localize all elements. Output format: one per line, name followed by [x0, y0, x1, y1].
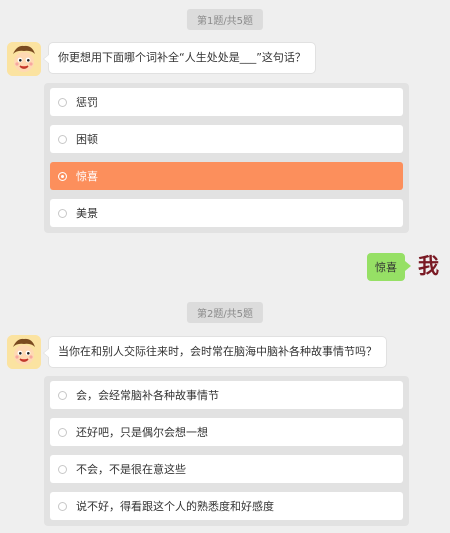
- option-4[interactable]: 美景: [50, 199, 403, 227]
- option-label: 还好吧，只是偶尔会想一想: [76, 426, 208, 439]
- option-1[interactable]: 会，会经常脑补各种故事情节: [50, 381, 403, 409]
- option-label: 美景: [76, 207, 98, 220]
- question-counter: 第2题/共5题: [186, 302, 264, 323]
- radio-selected-icon[interactable]: [58, 171, 67, 181]
- option-label: 惩罚: [76, 96, 98, 109]
- option-4[interactable]: 说不好，得看跟这个人的熟悉度和好感度: [50, 492, 403, 520]
- radio-icon[interactable]: [58, 134, 67, 144]
- option-2[interactable]: 困顿: [50, 125, 403, 153]
- option-label: 惊喜: [76, 170, 98, 183]
- options-panel: 会，会经常脑补各种故事情节 还好吧，只是偶尔会想一想 不会，不是很在意这些 说不…: [44, 376, 409, 526]
- option-3[interactable]: 不会，不是很在意这些: [50, 455, 403, 483]
- option-1[interactable]: 惩罚: [50, 88, 403, 116]
- cartoon-face-icon: [7, 335, 41, 369]
- cartoon-face-icon: [7, 42, 41, 76]
- radio-icon[interactable]: [58, 208, 67, 218]
- user-avatar: 我: [418, 253, 439, 278]
- user-answer-bubble: 惊喜: [367, 253, 411, 281]
- question-bubble: 你更想用下面哪个词补全“人生处处是___”这句话？: [43, 42, 316, 74]
- options-panel: 惩罚 困顿 惊喜 美景: [44, 83, 409, 233]
- radio-icon[interactable]: [58, 427, 67, 437]
- option-2[interactable]: 还好吧，只是偶尔会想一想: [50, 418, 403, 446]
- option-label: 会，会经常脑补各种故事情节: [76, 389, 219, 402]
- option-label: 困顿: [76, 133, 98, 146]
- bot-avatar: [7, 42, 41, 76]
- option-3-selected[interactable]: 惊喜: [50, 162, 403, 190]
- bot-avatar: [7, 335, 41, 369]
- option-label: 说不好，得看跟这个人的熟悉度和好感度: [76, 500, 274, 513]
- question-counter: 第1题/共5题: [186, 9, 264, 30]
- radio-icon[interactable]: [58, 97, 67, 107]
- question-bubble: 当你在和别人交际往来时，会时常在脑海中脑补各种故事情节吗？: [43, 336, 387, 368]
- option-label: 不会，不是很在意这些: [76, 463, 186, 476]
- radio-icon[interactable]: [58, 390, 67, 400]
- radio-icon[interactable]: [58, 501, 67, 511]
- radio-icon[interactable]: [58, 464, 67, 474]
